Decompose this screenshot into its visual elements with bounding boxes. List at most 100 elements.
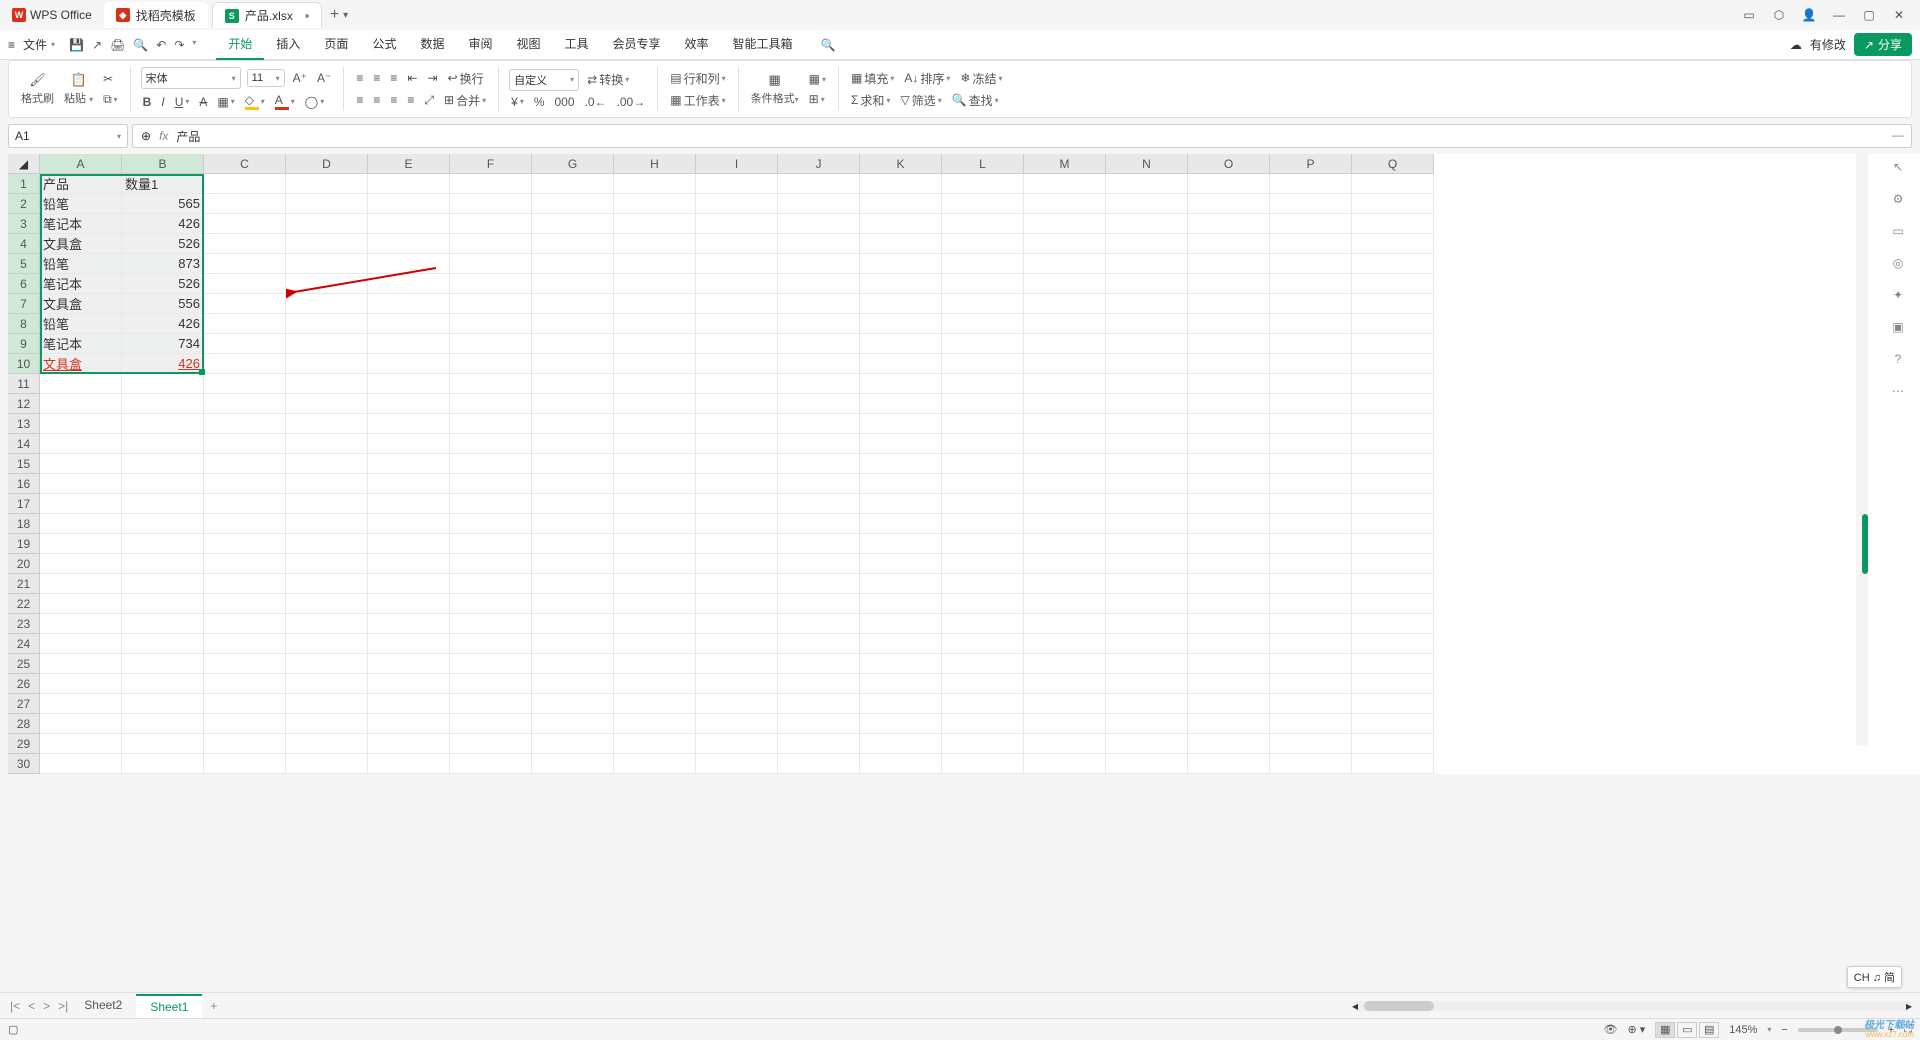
cell-K11[interactable] bbox=[860, 374, 942, 394]
cell-B14[interactable] bbox=[122, 434, 204, 454]
cell-H28[interactable] bbox=[614, 714, 696, 734]
cell-D10[interactable] bbox=[286, 354, 368, 374]
cell-F26[interactable] bbox=[450, 674, 532, 694]
cell-F5[interactable] bbox=[450, 254, 532, 274]
cell-N19[interactable] bbox=[1106, 534, 1188, 554]
cell-M7[interactable] bbox=[1024, 294, 1106, 314]
copy-button[interactable]: ⧉▾ bbox=[101, 91, 120, 108]
sheet-tab-Sheet2[interactable]: Sheet2 bbox=[70, 994, 136, 1018]
tab-more-button[interactable]: ▾ bbox=[343, 10, 348, 21]
cell-Q3[interactable] bbox=[1352, 214, 1434, 234]
rail-layout-icon[interactable]: ▭ bbox=[1892, 224, 1903, 238]
cell-B20[interactable] bbox=[122, 554, 204, 574]
cell-C18[interactable] bbox=[204, 514, 286, 534]
cell-G11[interactable] bbox=[532, 374, 614, 394]
clear-format-button[interactable]: ◯▾ bbox=[303, 94, 326, 110]
font-family-select[interactable]: 宋体▾ bbox=[141, 67, 241, 89]
eye-icon[interactable]: 👁 bbox=[1604, 1023, 1618, 1036]
cell-D13[interactable] bbox=[286, 414, 368, 434]
zoom-out-button[interactable]: − bbox=[1781, 1024, 1787, 1036]
cell-G24[interactable] bbox=[532, 634, 614, 654]
cell-I12[interactable] bbox=[696, 394, 778, 414]
cell-J11[interactable] bbox=[778, 374, 860, 394]
row-header-24[interactable]: 24 bbox=[8, 634, 40, 654]
col-header-L[interactable]: L bbox=[942, 154, 1024, 174]
cell-O9[interactable] bbox=[1188, 334, 1270, 354]
cell-L20[interactable] bbox=[942, 554, 1024, 574]
cell-C14[interactable] bbox=[204, 434, 286, 454]
cell-F8[interactable] bbox=[450, 314, 532, 334]
cell-L22[interactable] bbox=[942, 594, 1024, 614]
cell-O18[interactable] bbox=[1188, 514, 1270, 534]
row-header-1[interactable]: 1 bbox=[8, 174, 40, 194]
cond-format-button[interactable]: ▦条件格式▾ bbox=[749, 71, 801, 107]
cell-G29[interactable] bbox=[532, 734, 614, 754]
preview-icon[interactable]: 🔍 bbox=[133, 38, 148, 52]
cell-H13[interactable] bbox=[614, 414, 696, 434]
cell-C13[interactable] bbox=[204, 414, 286, 434]
cell-Q28[interactable] bbox=[1352, 714, 1434, 734]
cell-O20[interactable] bbox=[1188, 554, 1270, 574]
select-all-corner[interactable]: ◢ bbox=[8, 154, 40, 174]
cell-F15[interactable] bbox=[450, 454, 532, 474]
cell-M28[interactable] bbox=[1024, 714, 1106, 734]
cell-A9[interactable]: 笔记本 bbox=[40, 334, 122, 354]
row-header-17[interactable]: 17 bbox=[8, 494, 40, 514]
cell-F23[interactable] bbox=[450, 614, 532, 634]
cell-P24[interactable] bbox=[1270, 634, 1352, 654]
cell-Q15[interactable] bbox=[1352, 454, 1434, 474]
cell-F25[interactable] bbox=[450, 654, 532, 674]
bold-button[interactable]: B bbox=[141, 94, 154, 110]
cell-B30[interactable] bbox=[122, 754, 204, 774]
cell-K18[interactable] bbox=[860, 514, 942, 534]
sheet-tab-Sheet1[interactable]: Sheet1 bbox=[136, 994, 202, 1018]
cell-G2[interactable] bbox=[532, 194, 614, 214]
cell-B11[interactable] bbox=[122, 374, 204, 394]
cell-P22[interactable] bbox=[1270, 594, 1352, 614]
cell-A30[interactable] bbox=[40, 754, 122, 774]
cell-P29[interactable] bbox=[1270, 734, 1352, 754]
col-header-I[interactable]: I bbox=[696, 154, 778, 174]
row-header-5[interactable]: 5 bbox=[8, 254, 40, 274]
horizontal-scrollbar[interactable]: ◂ ▸ bbox=[1352, 1001, 1912, 1011]
cell-H14[interactable] bbox=[614, 434, 696, 454]
target-icon[interactable]: ⊕ ▾ bbox=[1627, 1023, 1645, 1036]
cell-L3[interactable] bbox=[942, 214, 1024, 234]
cell-A14[interactable] bbox=[40, 434, 122, 454]
cell-D2[interactable] bbox=[286, 194, 368, 214]
row-header-19[interactable]: 19 bbox=[8, 534, 40, 554]
cell-P12[interactable] bbox=[1270, 394, 1352, 414]
cell-A16[interactable] bbox=[40, 474, 122, 494]
cell-H19[interactable] bbox=[614, 534, 696, 554]
menu-tab-4[interactable]: 数据 bbox=[408, 29, 456, 60]
cell-E10[interactable] bbox=[368, 354, 450, 374]
cell-H17[interactable] bbox=[614, 494, 696, 514]
cell-A10[interactable]: 文具盒 bbox=[40, 354, 122, 374]
cell-N29[interactable] bbox=[1106, 734, 1188, 754]
cell-O7[interactable] bbox=[1188, 294, 1270, 314]
col-header-P[interactable]: P bbox=[1270, 154, 1352, 174]
cell-J24[interactable] bbox=[778, 634, 860, 654]
cell-E8[interactable] bbox=[368, 314, 450, 334]
filter-button[interactable]: ▽ 筛选▾ bbox=[898, 91, 943, 110]
cell-N18[interactable] bbox=[1106, 514, 1188, 534]
cell-Q21[interactable] bbox=[1352, 574, 1434, 594]
cell-B29[interactable] bbox=[122, 734, 204, 754]
cell-N2[interactable] bbox=[1106, 194, 1188, 214]
fill-color-button[interactable]: ◇▾ bbox=[243, 92, 267, 111]
cell-P6[interactable] bbox=[1270, 274, 1352, 294]
col-header-D[interactable]: D bbox=[286, 154, 368, 174]
rail-select-icon[interactable]: ↖ bbox=[1893, 160, 1903, 174]
cell-K24[interactable] bbox=[860, 634, 942, 654]
cell-C15[interactable] bbox=[204, 454, 286, 474]
worksheet-button[interactable]: ▦ 工作表▾ bbox=[668, 91, 727, 110]
cell-G12[interactable] bbox=[532, 394, 614, 414]
cell-E1[interactable] bbox=[368, 174, 450, 194]
cell-B26[interactable] bbox=[122, 674, 204, 694]
cell-O27[interactable] bbox=[1188, 694, 1270, 714]
cell-O23[interactable] bbox=[1188, 614, 1270, 634]
cell-J5[interactable] bbox=[778, 254, 860, 274]
search-icon[interactable]: 🔍 bbox=[821, 38, 836, 52]
cell-H15[interactable] bbox=[614, 454, 696, 474]
cell-H21[interactable] bbox=[614, 574, 696, 594]
